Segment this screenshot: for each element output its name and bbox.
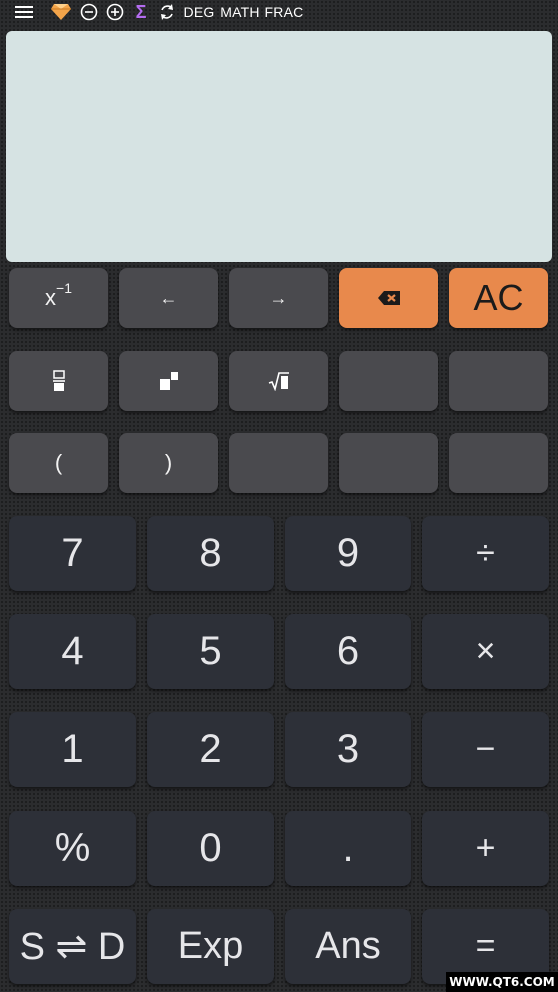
backspace-button[interactable] bbox=[339, 268, 438, 328]
digit-label: 9 bbox=[336, 531, 360, 575]
exp-label: Exp bbox=[177, 925, 244, 967]
arrow-left-icon: ← bbox=[159, 287, 178, 308]
backspace-icon bbox=[377, 291, 400, 305]
digit-label: 7 bbox=[61, 531, 84, 575]
digit-label: 2 bbox=[199, 727, 222, 771]
fraction-button[interactable] bbox=[9, 351, 108, 411]
operator-label: × bbox=[475, 632, 496, 670]
digit-0-button[interactable]: 0 bbox=[147, 811, 274, 886]
blank-key[interactable] bbox=[339, 351, 438, 411]
open-paren-button[interactable]: ( bbox=[9, 433, 108, 493]
zoom-out-icon[interactable] bbox=[79, 0, 99, 24]
digit-label: 6 bbox=[336, 629, 360, 673]
s-to-d-button[interactable]: S ⇌ D bbox=[9, 909, 136, 984]
close-paren-label: ) bbox=[164, 450, 173, 475]
exp-button[interactable]: Exp bbox=[147, 909, 274, 984]
power-button[interactable] bbox=[119, 351, 218, 411]
inverse-exponent: −1 bbox=[56, 280, 72, 296]
decimal-point-button[interactable]: . bbox=[285, 811, 411, 886]
fraction-icon bbox=[52, 370, 65, 391]
calculator-display[interactable] bbox=[6, 31, 552, 262]
inverse-base: x bbox=[45, 285, 57, 310]
angle-mode-label[interactable]: DEG bbox=[184, 0, 215, 24]
digit-label: 8 bbox=[199, 531, 222, 575]
digit-2-button[interactable]: 2 bbox=[147, 712, 274, 787]
sigma-icon[interactable]: Σ bbox=[132, 0, 150, 24]
digit-5-button[interactable]: 5 bbox=[147, 614, 274, 689]
ans-label: Ans bbox=[315, 925, 381, 967]
divide-button[interactable]: ÷ bbox=[422, 516, 549, 591]
multiply-button[interactable]: × bbox=[422, 614, 549, 689]
square-root-button[interactable] bbox=[229, 351, 328, 411]
operator-label: . bbox=[342, 826, 354, 870]
arrow-right-icon: → bbox=[269, 287, 288, 308]
digit-label: 0 bbox=[199, 826, 222, 870]
operator-label: − bbox=[475, 730, 496, 768]
digit-label: 1 bbox=[61, 727, 84, 771]
blank-key[interactable] bbox=[449, 433, 548, 493]
percent-button[interactable]: % bbox=[9, 811, 136, 886]
blank-key[interactable] bbox=[339, 433, 438, 493]
open-paren-label: ( bbox=[54, 450, 63, 475]
blank-key[interactable] bbox=[229, 433, 328, 493]
zoom-in-icon[interactable] bbox=[105, 0, 125, 24]
digit-7-button[interactable]: 7 bbox=[9, 516, 136, 591]
digit-label: 4 bbox=[61, 629, 84, 673]
power-icon bbox=[159, 372, 178, 390]
watermark: WWW.QT6.COM bbox=[446, 972, 558, 992]
s-to-d-label: S ⇌ D bbox=[19, 926, 126, 968]
menu-icon[interactable] bbox=[12, 0, 36, 24]
minus-button[interactable]: − bbox=[422, 712, 549, 787]
inverse-button[interactable]: x −1 bbox=[9, 268, 108, 328]
refresh-icon[interactable] bbox=[157, 0, 177, 24]
digit-8-button[interactable]: 8 bbox=[147, 516, 274, 591]
diamond-icon[interactable] bbox=[49, 0, 73, 24]
digit-label: 3 bbox=[336, 727, 360, 771]
digit-4-button[interactable]: 4 bbox=[9, 614, 136, 689]
digit-label: 5 bbox=[199, 629, 222, 673]
plus-button[interactable]: + bbox=[422, 811, 549, 886]
input-mode-label[interactable]: MATH bbox=[220, 0, 260, 24]
all-clear-button[interactable]: AC bbox=[449, 268, 548, 328]
top-bar: Σ DEG MATH FRAC bbox=[0, 0, 558, 24]
operator-label: % bbox=[54, 826, 91, 870]
digit-1-button[interactable]: 1 bbox=[9, 712, 136, 787]
cursor-left-button[interactable]: ← bbox=[119, 268, 218, 328]
operator-label: = bbox=[475, 927, 496, 965]
digit-3-button[interactable]: 3 bbox=[285, 712, 411, 787]
square-root-icon bbox=[268, 372, 289, 391]
cursor-right-button[interactable]: → bbox=[229, 268, 328, 328]
ans-button[interactable]: Ans bbox=[285, 909, 411, 984]
all-clear-label: AC bbox=[473, 277, 524, 318]
digit-6-button[interactable]: 6 bbox=[285, 614, 411, 689]
digit-9-button[interactable]: 9 bbox=[285, 516, 411, 591]
operator-label: ÷ bbox=[476, 534, 495, 572]
close-paren-button[interactable]: ) bbox=[119, 433, 218, 493]
operator-label: + bbox=[475, 829, 496, 867]
blank-key[interactable] bbox=[449, 351, 548, 411]
output-mode-label[interactable]: FRAC bbox=[265, 0, 304, 24]
